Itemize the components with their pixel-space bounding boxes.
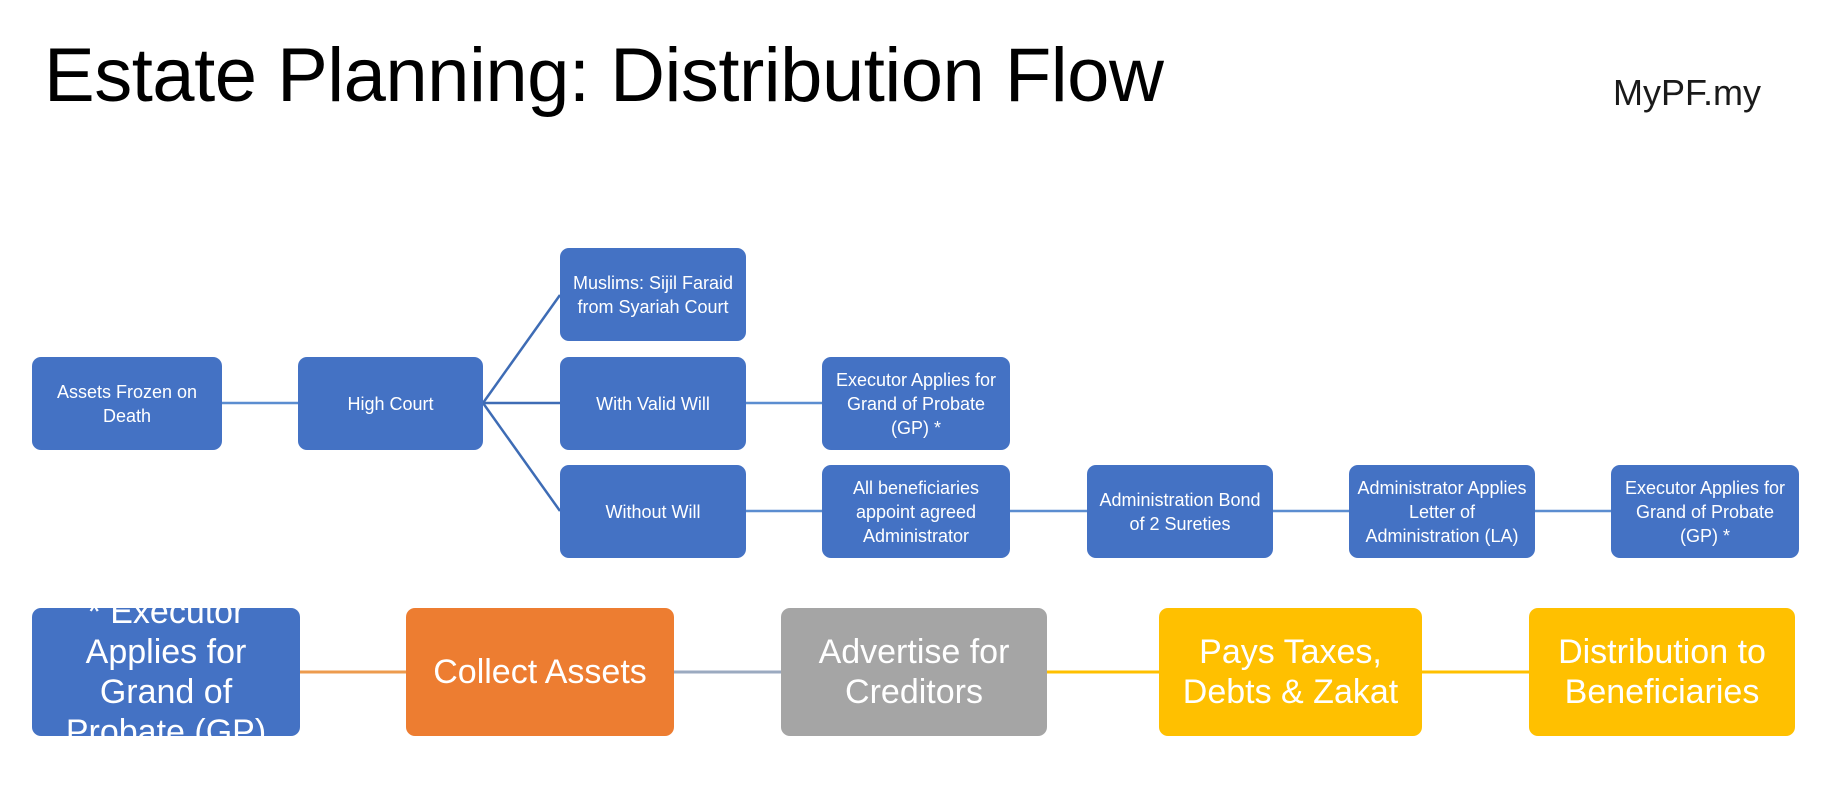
node-label: * Executor Applies for Grand of Probate … — [65, 593, 267, 751]
node-advertise-for-creditors[interactable]: Advertise for Creditors — [781, 608, 1047, 736]
node-label: All beneficiaries appoint agreed Adminis… — [852, 477, 980, 546]
node-label: Administrator Applies Letter of Administ… — [1357, 477, 1527, 546]
node-administration-bond-2-sureties[interactable]: Administration Bond of 2 Sureties — [1087, 465, 1273, 558]
node-label: High Court — [347, 393, 434, 414]
node-distribution-to-beneficiaries[interactable]: Distribution to Beneficiaries — [1529, 608, 1795, 736]
node-executor-applies-gp-intestate-branch[interactable]: Executor Applies for Grand of Probate (G… — [1611, 465, 1799, 558]
node-label: Executor Applies for Grand of Probate (G… — [1624, 477, 1786, 546]
connector-court-to-without-will — [481, 402, 562, 512]
node-high-court[interactable]: High Court — [298, 357, 483, 450]
node-label: Advertise for Creditors — [818, 633, 1010, 711]
node-label: Collect Assets — [433, 653, 647, 691]
node-label: Assets Frozen on Death — [56, 381, 198, 426]
node-label: Distribution to Beneficiaries — [1558, 633, 1766, 711]
node-administrator-applies-letter-of-administration[interactable]: Administrator Applies Letter of Administ… — [1349, 465, 1535, 558]
node-label: With Valid Will — [596, 393, 710, 414]
node-without-will[interactable]: Without Will — [560, 465, 746, 558]
connector-court-to-faraid — [481, 294, 562, 404]
page-title: Estate Planning: Distribution Flow — [44, 33, 1164, 118]
node-label: Without Will — [605, 501, 701, 522]
node-assets-frozen-on-death[interactable]: Assets Frozen on Death — [32, 357, 222, 450]
node-label: Pays Taxes, Debts & Zakat — [1182, 633, 1399, 711]
node-executor-applies-gp-will-branch[interactable]: Executor Applies for Grand of Probate (G… — [822, 357, 1010, 450]
node-label: Executor Applies for Grand of Probate (G… — [835, 369, 997, 438]
diagram-canvas: Estate Planning: Distribution Flow MyPF.… — [0, 0, 1841, 792]
node-executor-applies-gp-summary[interactable]: * Executor Applies for Grand of Probate … — [32, 593, 300, 751]
node-label: Administration Bond of 2 Sureties — [1099, 489, 1261, 534]
node-label: Muslims: Sijil Faraid from Syariah Court — [572, 272, 734, 317]
node-with-valid-will[interactable]: With Valid Will — [560, 357, 746, 450]
brand-label: MyPF.my — [1613, 72, 1761, 113]
node-collect-assets[interactable]: Collect Assets — [406, 608, 674, 736]
node-all-beneficiaries-appoint-administrator[interactable]: All beneficiaries appoint agreed Adminis… — [822, 465, 1010, 558]
node-pays-taxes-debts-zakat[interactable]: Pays Taxes, Debts & Zakat — [1159, 608, 1422, 736]
node-muslims-sijil-faraid[interactable]: Muslims: Sijil Faraid from Syariah Court — [560, 248, 746, 341]
